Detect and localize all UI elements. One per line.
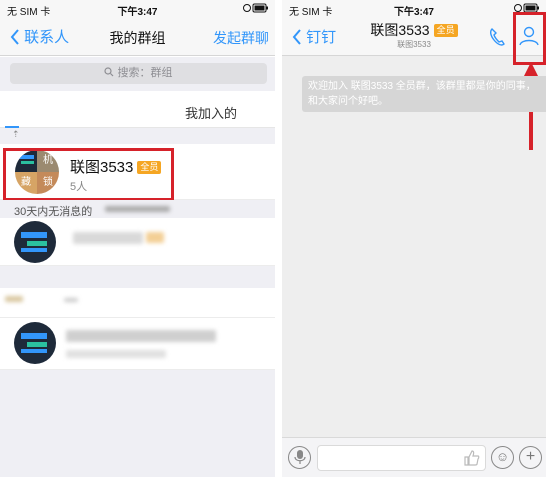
group-chat-screen: 无 SIM 卡 下午3:47 钉钉 联图3533 全员 联图3533 欢迎加入 联…	[282, 0, 546, 477]
screenshot-divider	[275, 0, 282, 477]
inactive-label: 30天内无消息的	[14, 206, 93, 218]
group-tabs: 我加入的	[0, 91, 275, 128]
search-placeholder: 搜索：群组	[117, 67, 173, 79]
empty-area	[0, 370, 275, 477]
system-message: 欢迎加入 联图3533 全员群，该群里都是你的同事，和大家问个好吧。	[302, 76, 546, 112]
section-divider	[0, 266, 275, 288]
status-time: 下午3:47	[393, 7, 434, 18]
status-time: 下午3:47	[117, 7, 158, 18]
redacted-badge	[146, 232, 164, 243]
chat-subtitle: 联图3533	[397, 40, 431, 49]
tab-joined[interactable]: 我加入的	[185, 103, 237, 122]
list-item[interactable]	[0, 218, 275, 466]
emoji-icon[interactable]: ☺	[491, 446, 514, 469]
start-group-chat-button[interactable]: 发起群聊	[213, 28, 269, 48]
message-input[interactable]	[317, 445, 486, 471]
phone-icon[interactable]	[488, 27, 506, 47]
status-bar: 无 SIM 卡 下午3:47	[0, 0, 275, 18]
inactive-section-header: 30天内无消息的	[0, 200, 275, 218]
group-avatar	[14, 221, 56, 263]
navigation-bar: 联系人 我的群组 发起群聊	[0, 18, 275, 56]
status-bar: 无 SIM 卡 下午3:47	[282, 0, 546, 18]
input-bar: ☺ +	[282, 437, 546, 477]
redacted-group-name	[66, 330, 216, 342]
redacted-subtitle	[66, 350, 166, 358]
highlight-box	[3, 148, 174, 201]
group-list-screen: 无 SIM 卡 下午3:47 联系人 我的群组 发起群聊 搜索：群组 我加入的 …	[0, 0, 275, 477]
search-input[interactable]: 搜索：群组	[10, 63, 267, 84]
section-divider: ⇡	[0, 128, 275, 144]
navigation-bar: 钉钉 联图3533 全员 联图3533	[282, 18, 546, 56]
chat-title: 联图3533 全员	[282, 20, 546, 40]
search-area: 搜索：群组	[0, 57, 275, 91]
redacted-text	[105, 206, 170, 212]
thumbs-up-icon[interactable]	[463, 449, 481, 467]
list-item[interactable]	[0, 288, 275, 318]
battery-icon	[243, 2, 269, 17]
redacted-group-name	[73, 232, 143, 244]
chat-title-text: 联图3533	[370, 22, 430, 38]
list-item[interactable]	[0, 318, 275, 370]
plus-icon[interactable]: +	[519, 446, 542, 469]
redacted-text	[64, 298, 78, 302]
microphone-icon[interactable]	[288, 446, 311, 469]
section-index-icon: ⇡	[12, 129, 20, 139]
highlight-box	[513, 12, 546, 65]
all-staff-badge: 全员	[433, 24, 458, 37]
redacted-avatar	[5, 296, 23, 302]
group-avatar	[14, 322, 56, 364]
search-icon	[104, 67, 114, 77]
